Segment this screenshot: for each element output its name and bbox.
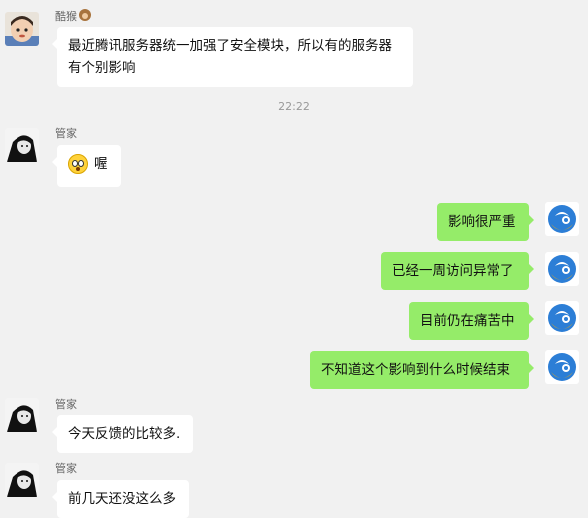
my-message-bubble[interactable]: 影响很严重 [437,203,534,241]
sender-name: 管家 [55,398,77,411]
message-text: 影响很严重 [448,214,516,230]
message-bubble[interactable]: 今天反馈的比较多. [52,415,193,453]
my-avatar[interactable] [545,252,579,286]
timestamp: 22:22 [278,100,310,113]
my-message-bubble[interactable]: 不知道这个影响到什么时候结束 [310,351,534,389]
message-text: 不知道这个影响到什么时候结束 [321,362,510,378]
message-text: 已经一周访问异常了 [392,263,514,279]
avatar-kuhou[interactable] [5,12,39,46]
sender-name: 管家 [55,127,77,140]
sender-name: 酷猴 [55,8,91,24]
surprised-emoji-icon [68,154,88,174]
message-text: 今天反馈的比较多. [68,426,181,442]
sender-name: 管家 [55,462,77,475]
my-message-bubble[interactable]: 目前仍在痛苦中 [409,302,534,340]
avatar-guanjia[interactable] [5,463,39,497]
monkey-emoji-icon [79,9,91,21]
message-text-line: 最近腾讯服务器统一加强了安全模块，所以有的服务器 [68,38,392,54]
my-message-bubble[interactable]: 已经一周访问异常了 [381,252,534,290]
message-text: 前几天还没这么多 [68,491,176,507]
message-bubble[interactable]: 前几天还没这么多 [52,480,189,518]
message-bubble[interactable]: 最近腾讯服务器统一加强了安全模块，所以有的服务器 有个别影响 [52,27,413,87]
avatar-guanjia[interactable] [5,128,39,162]
my-avatar[interactable] [545,350,579,384]
message-text-line: 有个别影响 [68,60,136,76]
message-bubble[interactable]: 喔 [52,145,121,187]
message-text: 目前仍在痛苦中 [420,313,515,329]
message-text: 喔 [94,156,108,172]
avatar-guanjia[interactable] [5,398,39,432]
my-avatar[interactable] [545,202,579,236]
my-avatar[interactable] [545,301,579,335]
